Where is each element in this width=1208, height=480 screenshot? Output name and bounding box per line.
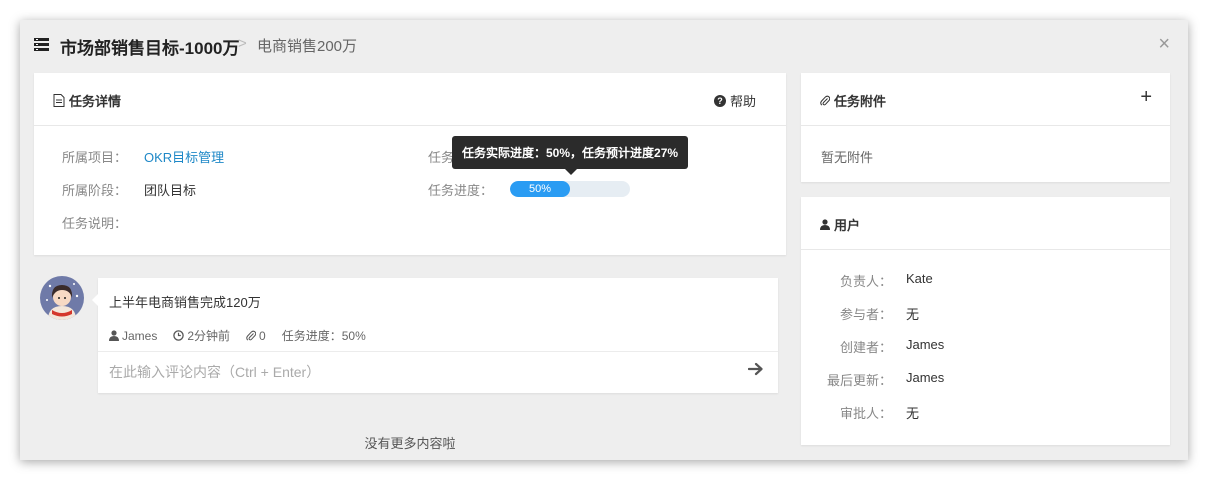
document-icon	[53, 94, 65, 107]
help-label: 帮助	[729, 94, 756, 109]
arrow-right-icon[interactable]	[748, 362, 764, 376]
comment-progress: 任务进度：50%	[281, 329, 366, 343]
comment-text: 上半年电商销售完成120万	[109, 295, 261, 310]
task-detail-title-text: 任务详情	[69, 94, 122, 109]
comment-author-name[interactable]: James	[122, 329, 157, 343]
comment-time-text: 2分钟前	[187, 329, 231, 343]
user-icon	[820, 219, 830, 230]
owner-label: 负责人：	[839, 274, 892, 289]
comment-meta: James 2分钟前 0 任务进度：50%	[109, 327, 366, 344]
paperclip-icon	[246, 330, 257, 341]
list-icon	[34, 38, 49, 51]
progress-fill: 50%	[510, 181, 570, 197]
description-label: 任务说明：	[62, 216, 128, 231]
comment-author: James	[109, 329, 157, 343]
stage-value: 团队目标	[144, 183, 197, 198]
progress-tooltip: 任务实际进度：50%，任务预计进度27%	[452, 136, 689, 175]
task-detail-card: 任务详情 ? 帮助 所属项目： OKR目标管理 所属阶段： 团队目标 任务说明：…	[34, 73, 786, 255]
user-icon	[109, 330, 119, 341]
participants-value[interactable]: 无	[906, 304, 919, 323]
attachments-card: 任务附件 + 暂无附件	[801, 73, 1170, 182]
project-label: 所属项目：	[62, 150, 128, 165]
users-header: 用户	[801, 197, 1170, 250]
comment-attachments[interactable]: 0	[246, 329, 266, 343]
project-link[interactable]: OKR目标管理	[144, 147, 224, 166]
question-circle-icon: ?	[713, 94, 726, 107]
last-updated-value: James	[906, 370, 945, 385]
task-detail-title: 任务详情	[53, 91, 121, 110]
approver-label: 审批人：	[839, 406, 892, 421]
comment-card: 上半年电商销售完成120万 James 2分钟前 0 任务进度：50% 在此输入…	[92, 278, 778, 393]
close-button[interactable]: ×	[1158, 34, 1170, 54]
avatar[interactable]	[40, 276, 84, 320]
users-title: 用户	[820, 215, 860, 234]
comment-input[interactable]	[109, 358, 729, 386]
comment-attachment-count: 0	[259, 328, 266, 343]
page-title: 市场部销售目标-1000万	[60, 39, 240, 58]
breadcrumb-separator: >	[238, 35, 247, 52]
paperclip-icon	[820, 95, 830, 106]
approver-value[interactable]: 无	[906, 403, 919, 422]
clock-icon	[173, 330, 185, 341]
attachments-empty: 暂无附件	[821, 150, 874, 165]
modal-header: 市场部销售目标-1000万 > 电商销售200万 ×	[20, 20, 1188, 70]
comment-time: 2分钟前	[173, 327, 230, 344]
users-card: 用户 负责人： Kate 参与者： 无 创建者： James 最后更新： Jam…	[801, 197, 1170, 445]
comment-divider	[98, 351, 778, 352]
task-modal: 市场部销售目标-1000万 > 电商销售200万 × 任务详情 ? 帮助 所属项…	[20, 20, 1188, 460]
creator-value: James	[906, 337, 945, 352]
task-field-label: 任务	[428, 150, 455, 165]
creator-label: 创建者：	[839, 340, 892, 355]
attachments-title: 任务附件	[820, 91, 886, 110]
participants-label: 参与者：	[839, 307, 892, 322]
help-link[interactable]: ? 帮助	[713, 91, 756, 110]
add-attachment-button[interactable]: +	[1140, 86, 1152, 109]
last-updated-label: 最后更新：	[826, 373, 892, 388]
attachments-title-text: 任务附件	[834, 94, 887, 109]
no-more-content: 没有更多内容啦	[364, 436, 456, 451]
progress-label: 任务进度：	[428, 183, 494, 198]
breadcrumb-subtask[interactable]: 电商销售200万	[257, 35, 357, 56]
owner-value[interactable]: Kate	[906, 271, 933, 286]
users-title-text: 用户	[834, 218, 861, 233]
stage-label: 所属阶段：	[62, 183, 128, 198]
task-detail-header: 任务详情 ? 帮助	[34, 73, 786, 126]
progress-bar[interactable]: 50%	[510, 181, 630, 197]
attachments-header: 任务附件 +	[801, 73, 1170, 126]
